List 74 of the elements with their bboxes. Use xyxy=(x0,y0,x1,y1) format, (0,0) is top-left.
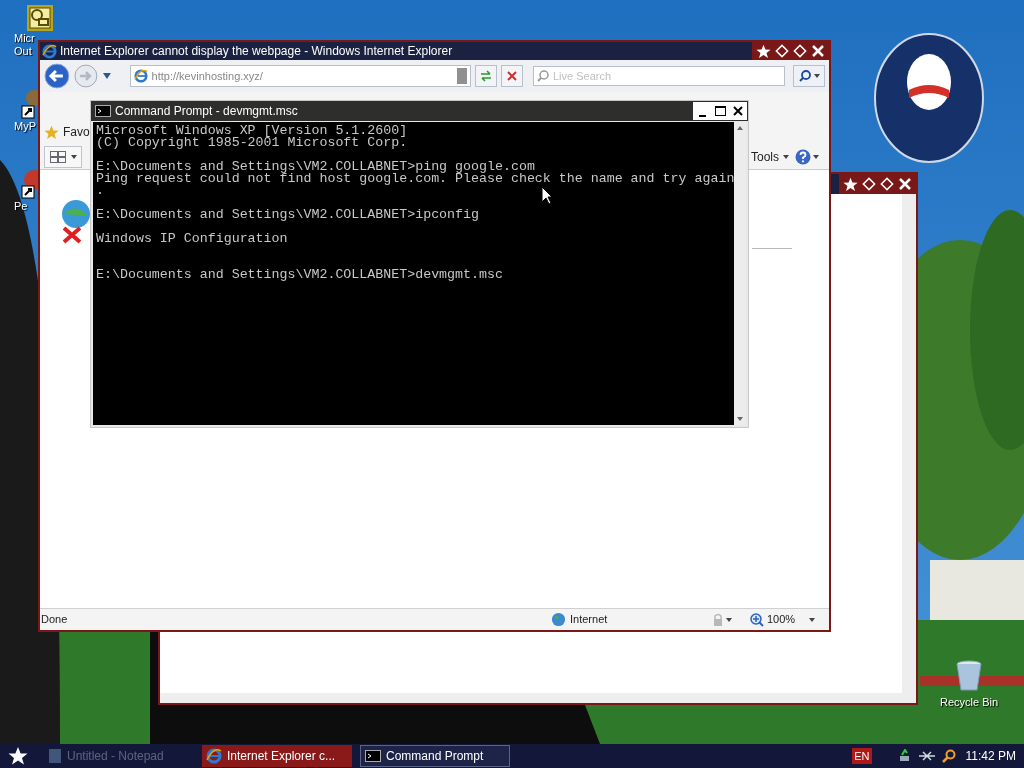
search-icon xyxy=(536,70,549,82)
console-line: E:\Documents and Settings\VM2.COLLABNET>ping google.com xyxy=(96,161,535,173)
address-field[interactable]: http://kevinhosting.xyz/ xyxy=(129,65,472,87)
caret-icon xyxy=(813,74,820,78)
minimize-icon[interactable] xyxy=(775,44,789,58)
cursor-icon xyxy=(541,186,553,205)
caret-icon[interactable] xyxy=(809,617,816,622)
shortcut-icon[interactable] xyxy=(20,168,38,200)
maximize-icon[interactable] xyxy=(880,177,894,191)
icon-label: Out xyxy=(14,45,32,58)
console-line: Windows IP Configuration xyxy=(96,233,288,245)
icon-label: Micr xyxy=(14,32,35,45)
error-icon xyxy=(60,198,92,244)
stop-button[interactable] xyxy=(501,65,523,87)
zone-text: Internet xyxy=(570,612,609,628)
close-icon[interactable] xyxy=(898,177,912,191)
taskbar-button[interactable]: Internet Explorer c... xyxy=(202,745,352,767)
notepad-icon xyxy=(48,748,62,764)
scroll-down-icon[interactable] xyxy=(737,417,744,421)
ie-icon xyxy=(133,69,148,83)
grid-icon xyxy=(49,150,66,163)
console-icon xyxy=(95,105,111,117)
close-icon[interactable] xyxy=(811,44,825,58)
tools-menu[interactable]: Tools xyxy=(751,147,789,166)
console-line: E:\Documents and Settings\VM2.COLLABNET>ipconfig xyxy=(96,209,479,221)
console-line: (C) Copyright 1985-2001 Microsoft Corp. xyxy=(96,137,408,149)
network-icon[interactable] xyxy=(917,750,936,762)
search-icon xyxy=(798,70,811,82)
dropdown-icon[interactable] xyxy=(101,72,112,80)
clock[interactable]: 11:42 PM xyxy=(965,747,1016,765)
language-indicator[interactable]: EN xyxy=(852,747,872,765)
recycle-bin-icon[interactable] xyxy=(956,660,983,692)
search-input[interactable]: Live Search xyxy=(552,67,782,85)
close-icon xyxy=(733,106,743,116)
taskbar-button[interactable]: Command Prompt xyxy=(360,745,510,767)
scroll-up-icon[interactable] xyxy=(737,126,744,130)
shortcut-icon[interactable] xyxy=(20,88,38,120)
console-line: Microsoft Windows XP [Version 5.1.2600] xyxy=(96,125,408,137)
outlook-icon[interactable] xyxy=(26,4,54,32)
window-title: Internet Explorer cannot display the webpage - Windows Internet Explorer xyxy=(60,43,453,60)
refresh-icon xyxy=(480,70,493,82)
caret-icon xyxy=(813,154,819,159)
progress-icon xyxy=(457,68,468,84)
favorites-button[interactable]: Favo xyxy=(63,123,90,141)
caret-icon xyxy=(783,154,789,159)
favorites-star-icon[interactable] xyxy=(44,124,59,140)
tab-list-button[interactable] xyxy=(44,145,82,168)
search-field[interactable]: Live Search xyxy=(532,66,786,86)
globe-icon xyxy=(551,612,566,627)
icon-label: MyP xyxy=(14,120,36,133)
help-button[interactable] xyxy=(795,148,819,165)
console-line: Ping request could not find host google.com. Please check the name and try again xyxy=(96,173,735,185)
star-icon xyxy=(8,746,28,766)
console-line: E:\Documents and Settings\VM2.COLLABNET>devmgmt.msc xyxy=(96,269,503,281)
help-icon xyxy=(795,148,811,165)
ie-icon xyxy=(206,748,222,764)
zoom-level[interactable]: 100% xyxy=(767,611,796,628)
star-icon xyxy=(756,43,771,59)
icon-label: Recycle Bin xyxy=(940,696,999,709)
caret-icon xyxy=(70,154,77,159)
star-icon xyxy=(843,176,858,192)
console-line: . xyxy=(96,185,104,197)
network-icon[interactable] xyxy=(897,749,912,763)
search-button[interactable] xyxy=(793,65,825,87)
stop-icon xyxy=(507,71,517,81)
status-text: Done xyxy=(41,612,69,628)
back-icon[interactable] xyxy=(44,63,70,89)
maximize-icon[interactable] xyxy=(793,44,807,58)
zoom-icon[interactable] xyxy=(750,612,764,627)
console-icon xyxy=(365,750,381,762)
ie-icon xyxy=(42,43,57,59)
minimize-icon[interactable] xyxy=(862,177,876,191)
search-icon[interactable] xyxy=(941,749,956,763)
window-title: Command Prompt - devmgmt.msc xyxy=(115,103,299,120)
